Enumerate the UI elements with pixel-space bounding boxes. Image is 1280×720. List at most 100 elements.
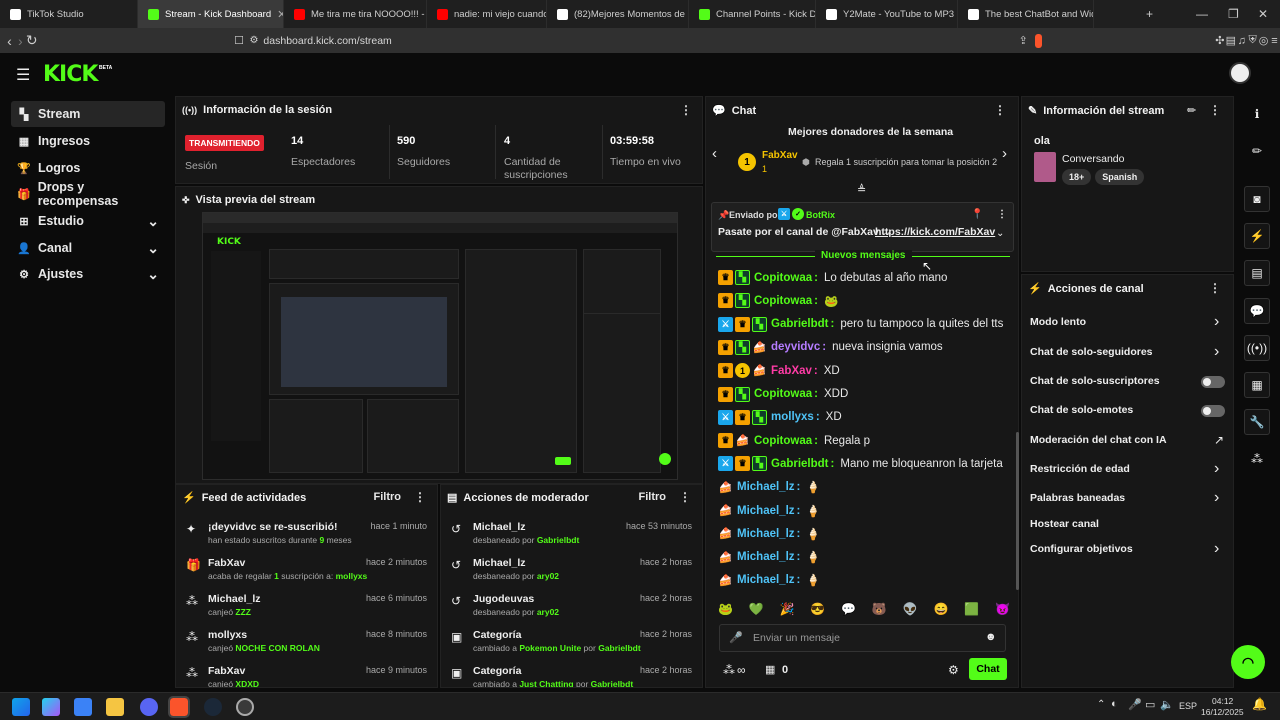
sidebar-item-estudio[interactable]: ⊞ Estudio ⌄ [11, 208, 165, 234]
chevron-right-icon[interactable]: › [1214, 540, 1219, 558]
back-icon[interactable]: ‹ [4, 33, 15, 49]
close-window-button[interactable]: ✕ [1258, 0, 1268, 28]
tray-apps-icon[interactable]: ◐ [1111, 698, 1118, 710]
expand-pinned-icon[interactable]: ⌄ [996, 228, 1004, 239]
layout-icon[interactable]: ▦ [1244, 372, 1270, 398]
obs-icon[interactable] [236, 698, 254, 716]
chat-message[interactable]: ⚔ ♛ ▚ mollyxs: XD [718, 409, 842, 425]
chat-username[interactable]: Gabrielbdt [771, 318, 829, 330]
kick-logo[interactable]: KICK [43, 62, 98, 87]
feed-row[interactable]: 🎁 FabXav hace 2 minutos acaba de regalar 1 … [176, 555, 437, 591]
emote-button[interactable]: 🟩 [964, 602, 979, 620]
chat-username[interactable]: Michael_lz [737, 481, 795, 493]
channel-action-7[interactable]: Hostear canal [1030, 518, 1099, 530]
network-icon[interactable]: ▭ [1145, 698, 1155, 711]
chat-message[interactable]: ⚔ ♛ ▚ Gabrielbdt: pero tu tampoco la quites … [718, 316, 1003, 332]
activity-menu-button[interactable]: ⋮ [414, 490, 426, 504]
feed-row[interactable]: ✦ ¡deyvidvc se re-suscribió! hace 1 minuto… [176, 519, 437, 555]
mod-filter-button[interactable]: Filtro [639, 491, 667, 503]
chat-username[interactable]: Michael_lz [737, 574, 795, 586]
media-icon[interactable]: ♫ [1236, 35, 1247, 47]
chevron-right-icon[interactable]: › [1214, 489, 1219, 507]
channel-action-1[interactable]: Chat de solo-seguidores [1030, 346, 1153, 358]
channel-action-3[interactable]: Chat de solo-emotes [1030, 404, 1133, 416]
wallet-icon[interactable]: ◎ [1258, 34, 1269, 47]
chat-message[interactable]: 🍰 Michael_lz: 🍦 [718, 550, 821, 565]
channel-action-4[interactable]: Moderación del chat con IA [1030, 434, 1167, 446]
toggle-switch[interactable] [1201, 405, 1225, 417]
chevron-right-icon[interactable]: › [1214, 343, 1219, 361]
points-rail-icon[interactable]: ⁂ [1244, 446, 1270, 472]
language-indicator[interactable]: ESP [1179, 701, 1197, 711]
help-support-button[interactable]: ◠ [1231, 645, 1265, 679]
collapse-donors-icon[interactable]: ≜ [857, 183, 866, 196]
emote-button[interactable]: 😈 [995, 602, 1010, 620]
browser-tab[interactable]: The best ChatBot and Wid [958, 0, 1094, 28]
lightning-rail-icon[interactable]: ⚡ [1244, 223, 1270, 249]
emote-button[interactable]: 👽 [903, 602, 918, 620]
chat-username[interactable]: Copitowaa [754, 388, 812, 400]
browser-tab[interactable]: Me tira me tira NOOOO!!! - Ve [284, 0, 427, 28]
sidebar-item-canal[interactable]: 👤 Canal ⌄ [11, 235, 165, 261]
chat-input[interactable]: 🎤 Enviar un mensaje ☻ [719, 624, 1006, 652]
broadcast-rail-icon[interactable]: ((•)) [1244, 335, 1270, 361]
pinned-menu-button[interactable]: ⋮ [997, 209, 1007, 220]
channel-actions-menu-button[interactable]: ⋮ [1209, 281, 1221, 295]
channel-action-6[interactable]: Palabras baneadas [1030, 492, 1125, 504]
chat-message[interactable]: ♛ ▚ 🍰 deyvidvc: nueva insignia vamos [718, 339, 943, 355]
chat-username[interactable]: Gabrielbdt [771, 458, 829, 470]
chat-username[interactable]: mollyxs [771, 411, 814, 423]
sidebar-item-drops[interactable]: 🎁 Drops y recompensas [11, 180, 165, 208]
feed-row[interactable]: ↺ Jugodeuvas hace 2 horas desbaneado por ar… [441, 591, 702, 627]
chat-message[interactable]: ♛ ▚ Copitowaa: XDD [718, 386, 848, 402]
chat-message[interactable]: 🍰 Michael_lz: 🍦 [718, 480, 821, 495]
url-field[interactable]: dashboard.kick.com/stream [263, 35, 391, 47]
mod-menu-button[interactable]: ⋮ [679, 490, 691, 504]
clock-date[interactable]: 16/12/2025 [1201, 707, 1244, 717]
copilot-icon[interactable] [42, 698, 60, 716]
notification-icon[interactable]: 🔔 [1252, 697, 1267, 711]
browser-tab[interactable]: Channel Points - Kick Dashboa [689, 0, 816, 28]
minimize-button[interactable]: — [1196, 0, 1208, 28]
chat-username[interactable]: Michael_lz [737, 528, 795, 540]
emote-button[interactable]: 😄 [933, 602, 948, 620]
donors-prev-button[interactable]: ‹ [712, 145, 717, 162]
category-thumbnail[interactable] [1034, 152, 1056, 182]
wrench-icon[interactable]: 🔧 [1244, 409, 1270, 435]
chat-username[interactable]: Michael_lz [737, 505, 795, 517]
camera-icon[interactable]: ◙ [1244, 186, 1270, 212]
feed-row[interactable]: ↺ Michael_lz hace 2 horas desbaneado por ar… [441, 555, 702, 591]
feed-row[interactable]: ⁂ mollyxs hace 8 minutos canjeó NOCHE CON R… [176, 627, 437, 663]
edit-stream-icon[interactable]: ✏ [1187, 104, 1196, 117]
microphone-tray-icon[interactable]: 🎤 [1128, 698, 1142, 711]
file-explorer-icon[interactable] [106, 698, 124, 716]
browser-tab[interactable]: TikTok Studio [0, 0, 138, 28]
browser-tab[interactable]: Stream - Kick Dashboard ✕ [138, 0, 284, 28]
emote-button[interactable]: 🎉 [780, 602, 795, 620]
unpin-icon[interactable]: 📍 [971, 209, 983, 220]
channel-action-2[interactable]: Chat de solo-suscriptores [1030, 375, 1160, 387]
session-menu-button[interactable]: ⋮ [680, 103, 692, 117]
chat-message[interactable]: ♛ ▚ Copitowaa: 🐸 [718, 293, 838, 309]
volume-icon[interactable]: 🔈 [1160, 698, 1174, 711]
chat-message[interactable]: ⚔ ♛ ▚ Gabrielbdt: Mano me bloqueanron la tar… [718, 456, 1003, 472]
feed-row[interactable]: ▣ Categoría hace 2 horas cambiado a Just Ch… [441, 663, 702, 687]
chat-message[interactable]: ♛ ▚ Copitowaa: Lo debutas al año mano [718, 270, 947, 285]
chat-message[interactable]: 🍰 Michael_lz: 🍦 [718, 503, 821, 518]
clock-time[interactable]: 04:12 [1212, 696, 1233, 706]
emote-button[interactable]: 🐸 [718, 602, 733, 620]
tray-chevron-icon[interactable]: ⌃ [1097, 699, 1105, 710]
feed-row[interactable]: ⁂ Michael_lz hace 6 minutos canjeó ZZZ [176, 591, 437, 627]
browser-tab[interactable]: Y2Mate - YouTube to MP3 Co [816, 0, 958, 28]
pinned-link[interactable]: https://kick.com/FabXav [875, 226, 995, 238]
feed-row[interactable]: ↺ Michael_lz hace 53 minutos desbaneado por… [441, 519, 702, 555]
chat-scrollbar[interactable] [1016, 432, 1019, 590]
chat-message[interactable]: ♛ 1 🍰 FabXav: XD [718, 363, 840, 379]
start-button-icon[interactable] [12, 698, 30, 716]
emote-button[interactable]: 🐻 [872, 602, 887, 620]
stream-tag[interactable]: 18+ [1062, 169, 1092, 185]
external-link-icon[interactable]: ↗ [1214, 433, 1224, 447]
sidebar-item-logros[interactable]: 🏆 Logros [11, 155, 165, 181]
channel-action-0[interactable]: Modo lento [1030, 316, 1086, 328]
user-avatar[interactable] [1229, 62, 1251, 84]
